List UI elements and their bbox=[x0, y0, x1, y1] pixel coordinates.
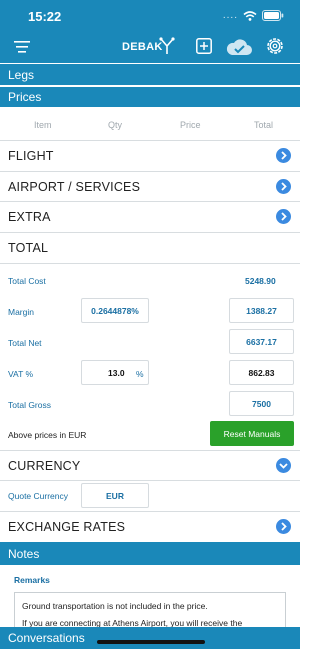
status-bar: 15:22 .... bbox=[0, 0, 300, 30]
toolbar: DEBAK bbox=[0, 30, 300, 63]
prices-header[interactable]: Prices bbox=[0, 87, 300, 107]
chevron-right-icon[interactable] bbox=[276, 209, 291, 224]
vat-unit: % bbox=[136, 369, 144, 379]
column-qty: Qty bbox=[108, 120, 123, 130]
quote-currency-label: Quote Currency bbox=[8, 491, 68, 501]
section-currency-label: CURRENCY bbox=[8, 458, 81, 473]
section-exchange-rates[interactable]: EXCHANGE RATES bbox=[0, 512, 300, 541]
signal-dots: .... bbox=[222, 10, 238, 21]
gear-icon[interactable] bbox=[266, 37, 284, 55]
total-net-label: Total Net bbox=[8, 338, 42, 348]
chevron-right-icon[interactable] bbox=[276, 148, 291, 163]
margin-value-field[interactable]: 1388.27 bbox=[229, 298, 294, 323]
section-exchange-label: EXCHANGE RATES bbox=[8, 519, 126, 534]
total-cost-label: Total Cost bbox=[8, 276, 46, 286]
section-flight-label: FLIGHT bbox=[8, 148, 54, 163]
section-extra[interactable]: EXTRA bbox=[0, 202, 300, 231]
cloud-check-icon[interactable] bbox=[225, 38, 253, 56]
total-gross-field[interactable]: 7500 bbox=[229, 391, 294, 416]
reset-manuals-button[interactable]: Reset Manuals bbox=[210, 421, 294, 446]
status-time: 15:22 bbox=[28, 9, 62, 24]
total-net-field[interactable]: 6637.17 bbox=[229, 329, 294, 354]
margin-percent-field[interactable]: 0.2644878% bbox=[81, 298, 149, 323]
menu-icon[interactable] bbox=[14, 40, 32, 54]
column-total: Total bbox=[254, 120, 274, 130]
section-currency[interactable]: CURRENCY bbox=[0, 451, 300, 480]
section-flight[interactable]: FLIGHT bbox=[0, 141, 300, 170]
section-airport-services[interactable]: AIRPORT / SERVICES bbox=[0, 172, 300, 201]
remarks-textarea[interactable]: Ground transportation is not included in… bbox=[14, 592, 286, 632]
legs-header[interactable]: Legs bbox=[0, 64, 300, 85]
section-total: TOTAL bbox=[0, 233, 300, 262]
vat-value-field[interactable]: 862.83 bbox=[229, 360, 294, 385]
top-bar: 15:22 .... DEBAK bbox=[0, 0, 300, 63]
add-icon[interactable] bbox=[196, 38, 212, 54]
remarks-label: Remarks bbox=[14, 575, 50, 585]
total-cost-value: 5248.90 bbox=[245, 276, 276, 286]
total-gross-label: Total Gross bbox=[8, 400, 51, 410]
items-table-header: Item Qty Price Total bbox=[0, 115, 300, 135]
prices-currency-note: Above prices in EUR bbox=[8, 430, 87, 440]
battery-icon bbox=[262, 10, 284, 21]
wifi-icon bbox=[243, 10, 257, 21]
column-price: Price bbox=[180, 120, 201, 130]
remarks-line-1: Ground transportation is not included in… bbox=[22, 601, 208, 611]
home-indicator[interactable] bbox=[97, 640, 205, 644]
fork-icon[interactable] bbox=[159, 37, 175, 55]
section-extra-label: EXTRA bbox=[8, 209, 51, 224]
section-total-label: TOTAL bbox=[8, 240, 49, 255]
divider bbox=[0, 263, 300, 264]
vat-label: VAT % bbox=[8, 369, 34, 379]
notes-header[interactable]: Notes bbox=[0, 542, 300, 565]
column-item: Item bbox=[34, 120, 52, 130]
divider bbox=[0, 480, 300, 481]
chevron-down-icon[interactable] bbox=[276, 458, 291, 473]
chevron-right-icon[interactable] bbox=[276, 179, 291, 194]
chevron-right-icon[interactable] bbox=[276, 519, 291, 534]
route-label[interactable]: DEBAK bbox=[122, 41, 163, 53]
section-airport-label: AIRPORT / SERVICES bbox=[8, 179, 141, 194]
conversations-header[interactable]: Conversations bbox=[0, 627, 300, 649]
quote-currency-field[interactable]: EUR bbox=[81, 483, 149, 508]
margin-label: Margin bbox=[8, 307, 34, 317]
status-icons: .... bbox=[223, 10, 284, 21]
